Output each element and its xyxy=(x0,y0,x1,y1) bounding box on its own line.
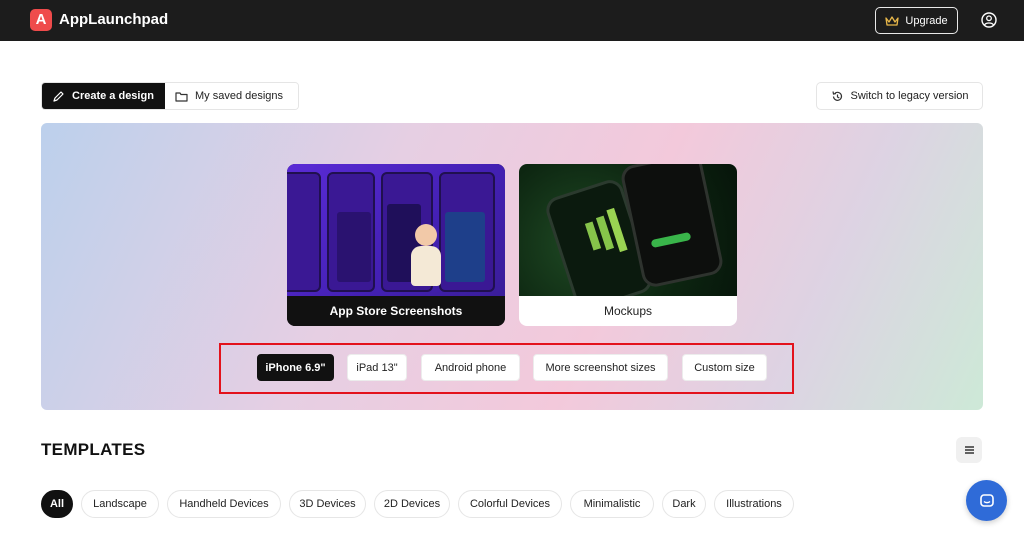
crown-icon xyxy=(885,15,900,26)
filter-minimalistic[interactable]: Minimalistic xyxy=(570,490,654,518)
tab-saved-designs[interactable]: My saved designs xyxy=(165,83,298,109)
filter-illustrations[interactable]: Illustrations xyxy=(714,490,794,518)
size-chip-android[interactable]: Android phone xyxy=(421,354,520,381)
app-store-screenshots-preview xyxy=(287,164,505,296)
upgrade-button[interactable]: Upgrade xyxy=(875,7,958,34)
filter-all[interactable]: All xyxy=(41,490,73,518)
design-tabs: Create a design My saved designs xyxy=(41,82,299,110)
filter-dark[interactable]: Dark xyxy=(662,490,706,518)
history-icon xyxy=(831,90,842,101)
size-chip-custom[interactable]: Custom size xyxy=(682,354,767,381)
card-app-store-label: App Store Screenshots xyxy=(287,296,505,326)
filter-handheld-devices[interactable]: Handheld Devices xyxy=(167,490,281,518)
switch-legacy-button[interactable]: Switch to legacy version xyxy=(816,82,983,110)
size-chip-iphone[interactable]: iPhone 6.9" xyxy=(257,354,334,381)
filter-2d-devices[interactable]: 2D Devices xyxy=(374,490,450,518)
brand-name[interactable]: AppLaunchpad xyxy=(59,11,168,28)
card-app-store-screenshots[interactable]: App Store Screenshots xyxy=(287,164,505,326)
size-chip-ipad[interactable]: iPad 13" xyxy=(347,354,407,381)
top-bar: A AppLaunchpad Upgrade xyxy=(0,0,1024,41)
templates-heading: TEMPLATES xyxy=(41,440,146,459)
account-icon[interactable] xyxy=(981,12,997,28)
tab-saved-label: My saved designs xyxy=(195,90,284,102)
size-chip-more[interactable]: More screenshot sizes xyxy=(533,354,668,381)
list-icon xyxy=(964,446,974,454)
card-mockups-label: Mockups xyxy=(603,304,653,318)
card-mockups[interactable]: Mockups xyxy=(519,164,737,326)
filter-landscape[interactable]: Landscape xyxy=(81,490,159,518)
mockups-preview xyxy=(519,164,737,296)
folder-icon xyxy=(175,91,188,102)
pencil-icon xyxy=(53,90,64,102)
app-logo-icon[interactable]: A xyxy=(30,9,52,31)
upgrade-label: Upgrade xyxy=(905,14,948,27)
filter-3d-devices[interactable]: 3D Devices xyxy=(289,490,366,518)
chat-launcher-button[interactable] xyxy=(966,480,1007,521)
chat-icon xyxy=(979,493,994,507)
switch-legacy-label: Switch to legacy version xyxy=(850,90,969,102)
filter-colorful-devices[interactable]: Colorful Devices xyxy=(458,490,562,518)
list-view-button[interactable] xyxy=(956,437,982,463)
tab-create-label: Create a design xyxy=(72,90,154,102)
tab-create-design[interactable]: Create a design xyxy=(42,83,165,109)
